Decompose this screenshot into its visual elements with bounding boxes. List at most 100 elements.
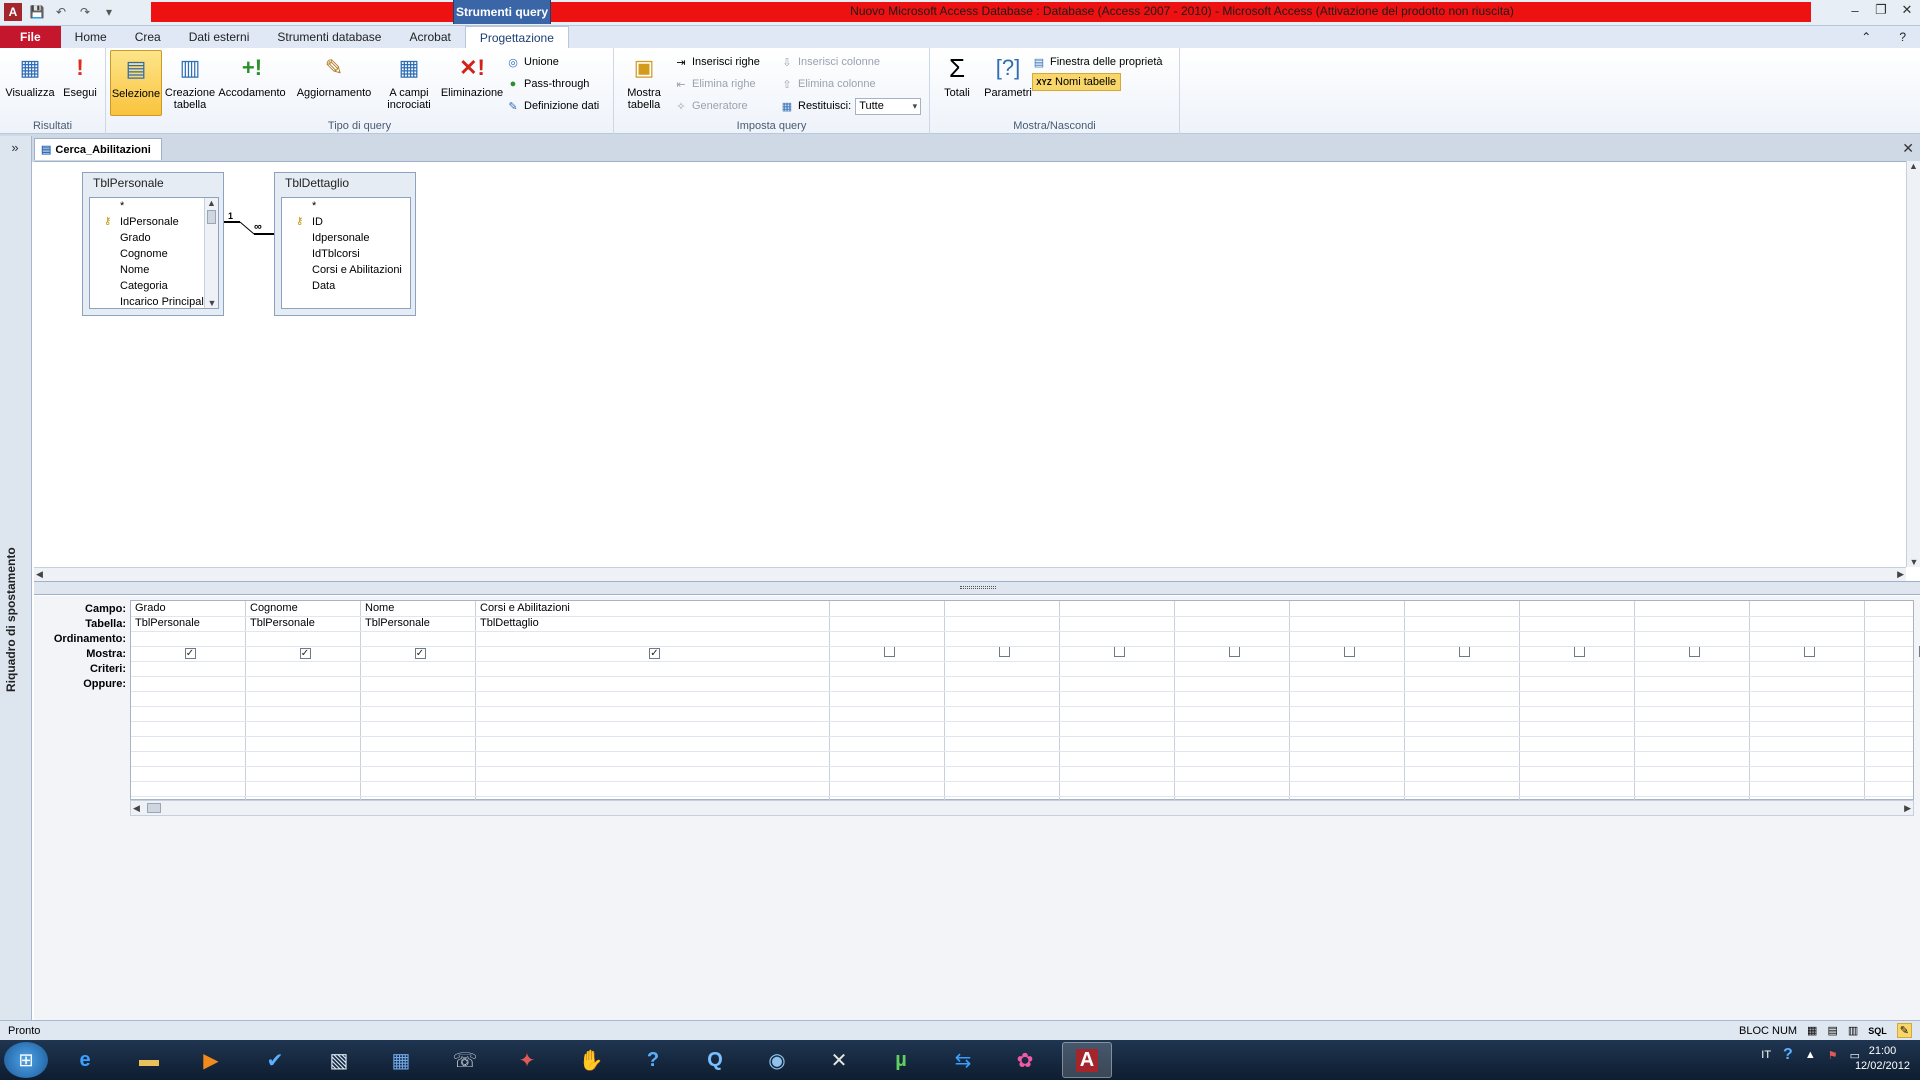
eliminazione-button[interactable]: ✕! Eliminazione (438, 50, 506, 116)
expand-nav-pane-button[interactable]: » (2, 140, 28, 158)
esegui-button[interactable]: ! Esegui (54, 50, 106, 116)
sort-cell[interactable] (1750, 631, 1864, 646)
table-cell[interactable] (1635, 616, 1749, 631)
internet-explorer-icon[interactable]: e (60, 1042, 110, 1078)
save-icon[interactable]: 💾 (28, 3, 46, 21)
show-checkbox[interactable] (1803, 646, 1815, 657)
document-tab[interactable]: ▤ Cerca_Abilitazioni (34, 138, 162, 160)
field-cell[interactable] (1405, 601, 1519, 616)
or-cell[interactable] (1865, 676, 1920, 691)
or-cell[interactable] (1175, 676, 1289, 691)
pivot-chart-view-icon[interactable]: ▥ (1848, 1024, 1858, 1037)
clock[interactable]: 21:00 12/02/2012 (1855, 1044, 1910, 1074)
restituisci-select[interactable]: Tutte ▾ (855, 97, 922, 115)
criteria-cell[interactable] (1635, 661, 1749, 676)
table-box-tbldettaglio[interactable]: TblDettaglio * ⚷ ID Idpersonale IdTblcors… (274, 172, 416, 316)
mostra-tabella-button[interactable]: ▣ Mostra tabella (618, 50, 670, 116)
scroll-right-arrow-icon[interactable]: ▶ (1897, 569, 1904, 580)
show-checkbox[interactable] (1458, 646, 1470, 657)
or-cell[interactable] (131, 676, 245, 691)
elimina-righe-button[interactable]: ⇤ Elimina righe (674, 75, 755, 93)
undo-icon[interactable]: ↶ (52, 3, 70, 21)
show-checkbox[interactable]: ✓ (184, 648, 196, 659)
tab-acrobat[interactable]: Acrobat (395, 26, 464, 48)
field-item[interactable]: Corsi e Abilitazioni (282, 262, 410, 278)
sort-cell[interactable] (1865, 631, 1920, 646)
tab-crea[interactable]: Crea (121, 26, 175, 48)
teamviewer-icon[interactable]: ⇆ (938, 1042, 988, 1078)
scroll-up-arrow-icon[interactable]: ▲ (205, 198, 218, 208)
query-design-pane[interactable]: TblPersonale * ⚷ IdPersonale Grado Cognom… (34, 161, 1906, 581)
minimize-ribbon-icon[interactable]: ⌃ (1847, 26, 1885, 48)
creazione-tabella-button[interactable]: ▥ Creazione tabella (164, 50, 216, 116)
table-cell[interactable] (830, 616, 944, 631)
inserisci-righe-button[interactable]: ⇥ Inserisci righe (674, 53, 759, 71)
splitter-grip[interactable] (960, 586, 996, 589)
field-cell[interactable] (1060, 601, 1174, 616)
generatore-button[interactable]: ✧ Generatore (674, 97, 747, 115)
show-checkbox[interactable] (1228, 646, 1240, 657)
customize-qat-icon[interactable]: ▾ (100, 3, 118, 21)
maximize-button[interactable]: ❐ (1868, 0, 1894, 20)
show-checkbox[interactable] (998, 646, 1010, 657)
help-tray-icon[interactable]: ? (1783, 1046, 1793, 1064)
sort-cell[interactable] (246, 631, 360, 646)
parametri-button[interactable]: [?] Parametri (980, 50, 1036, 116)
calendar-app-icon[interactable]: ▦ (376, 1042, 426, 1078)
scroll-thumb[interactable] (147, 803, 161, 813)
start-button[interactable]: ⊞ (4, 1042, 48, 1078)
field-item[interactable]: * (282, 198, 410, 214)
utorrent-icon[interactable]: µ (876, 1042, 926, 1078)
close-button[interactable]: ✕ (1894, 0, 1920, 20)
scroll-left-arrow-icon[interactable]: ◀ (36, 569, 43, 580)
x-app-icon[interactable]: ✕ (814, 1042, 864, 1078)
table-cell[interactable] (1175, 616, 1289, 631)
field-item[interactable]: Incarico Principale (90, 294, 208, 310)
criteria-cell[interactable] (131, 661, 245, 676)
aggiornamento-button[interactable]: ✎ Aggiornamento (294, 50, 374, 116)
criteria-cell[interactable] (246, 661, 360, 676)
sort-cell[interactable] (1060, 631, 1174, 646)
or-cell[interactable] (1520, 676, 1634, 691)
or-cell[interactable] (830, 676, 944, 691)
sort-cell[interactable] (945, 631, 1059, 646)
sort-cell[interactable] (1175, 631, 1289, 646)
photos-app-icon[interactable]: ✿ (1000, 1042, 1050, 1078)
field-cell[interactable]: Grado (131, 601, 245, 616)
sort-cell[interactable] (131, 631, 245, 646)
or-cell[interactable] (1290, 676, 1404, 691)
field-cell[interactable] (1290, 601, 1404, 616)
criteria-cell[interactable] (1750, 661, 1864, 676)
or-cell[interactable] (1750, 676, 1864, 691)
sort-cell[interactable] (1520, 631, 1634, 646)
totali-button[interactable]: Σ Totali (934, 50, 980, 116)
field-cell[interactable]: Nome (361, 601, 475, 616)
field-cell[interactable] (1520, 601, 1634, 616)
a-campi-incrociati-button[interactable]: ▦ A campi incrociati (378, 50, 440, 116)
or-cell[interactable] (476, 676, 829, 691)
table-cell[interactable]: TblDettaglio (476, 616, 829, 631)
scroll-down-arrow-icon[interactable]: ▼ (1907, 557, 1920, 567)
criteria-cell[interactable] (1060, 661, 1174, 676)
field-item[interactable]: Data (282, 278, 410, 294)
design-vertical-scrollbar[interactable]: ▲ ▼ (1906, 161, 1920, 567)
scroll-left-arrow-icon[interactable]: ◀ (133, 803, 140, 814)
scroll-right-arrow-icon[interactable]: ▶ (1904, 803, 1911, 814)
definizione-dati-button[interactable]: ✎ Definizione dati (506, 97, 599, 115)
close-document-icon[interactable]: ✕ (1902, 140, 1914, 157)
field-cell[interactable] (1175, 601, 1289, 616)
tab-dati-esterni[interactable]: Dati esterni (175, 26, 264, 48)
grid-horizontal-scrollbar[interactable]: ◀ ▶ (130, 800, 1914, 816)
field-cell[interactable] (1750, 601, 1864, 616)
finestra-proprieta-button[interactable]: ▤ Finestra delle proprietà (1032, 53, 1163, 71)
or-cell[interactable] (361, 676, 475, 691)
field-item[interactable]: Nome (90, 262, 218, 278)
file-explorer-icon[interactable]: ▬ (124, 1042, 174, 1078)
scroll-down-arrow-icon[interactable]: ▼ (205, 298, 219, 308)
field-item[interactable]: Cognome (90, 246, 218, 262)
criteria-cell[interactable] (1290, 661, 1404, 676)
criteria-cell[interactable] (945, 661, 1059, 676)
or-cell[interactable] (246, 676, 360, 691)
network-app-icon[interactable]: ✦ (502, 1042, 552, 1078)
table-cell[interactable]: TblPersonale (246, 616, 360, 631)
